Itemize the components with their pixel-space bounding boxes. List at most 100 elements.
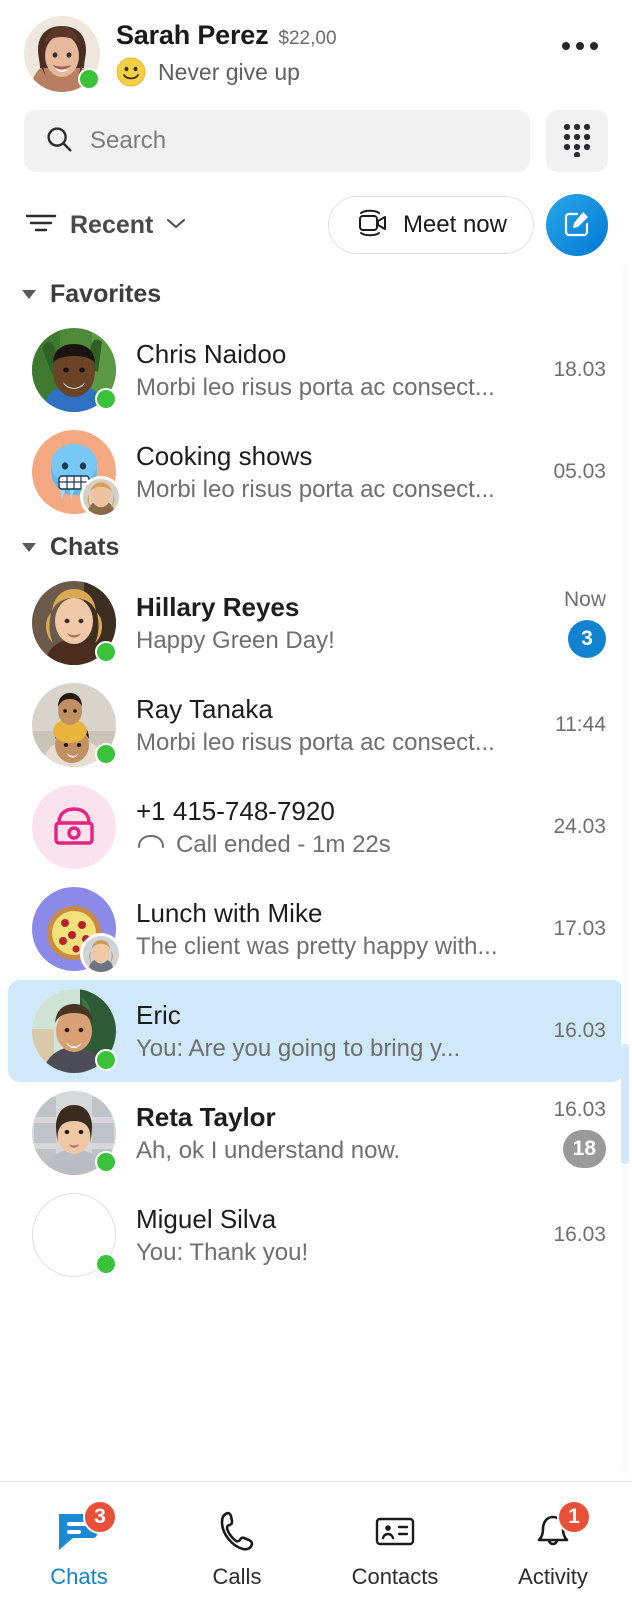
chat-list-item[interactable]: Lunch with Mike The client was pretty ha…	[8, 878, 624, 980]
mood-message[interactable]: Never give up	[158, 59, 300, 86]
chat-meta: 16.03	[524, 1223, 606, 1247]
chat-text: Reta Taylor Ah, ok I understand now.	[136, 1102, 512, 1165]
nav-tab-activity[interactable]: 1 Activity	[474, 1482, 632, 1615]
chat-timestamp: 18.03	[553, 358, 606, 381]
chat-list-item[interactable]: Miguel Silva You: Thank you! 16.03	[8, 1184, 624, 1286]
chat-list-item[interactable]: Hillary Reyes Happy Green Day! Now 3	[8, 572, 624, 674]
bottom-navigation-bar: 3 Chats Calls Contacts 1 Activity	[0, 1481, 632, 1615]
chat-timestamp: Now	[563, 588, 606, 611]
nav-label: Calls	[212, 1563, 262, 1589]
phone-handset-icon	[211, 1508, 263, 1554]
avatar	[32, 1193, 117, 1277]
search-row	[0, 92, 632, 172]
section-header-chats[interactable]: Chats	[0, 523, 632, 572]
more-options-button[interactable]	[552, 24, 608, 68]
activity-badge: 1	[557, 1499, 591, 1534]
chat-list-item[interactable]: Reta Taylor Ah, ok I understand now. 16.…	[8, 1082, 624, 1184]
filter-recent-button[interactable]: Recent	[24, 210, 187, 241]
avatar	[32, 328, 117, 412]
chat-list-item[interactable]: Ray Tanaka Morbi leo risus porta ac cons…	[8, 674, 624, 776]
chat-text: Eric You: Are you going to bring y...	[136, 1000, 512, 1063]
chat-name: Ray Tanaka	[136, 693, 273, 724]
call-ended-icon	[136, 831, 166, 859]
chat-preview: You: Thank you!	[136, 1238, 309, 1266]
nav-label: Activity	[518, 1563, 588, 1589]
chat-list-item[interactable]: +1 415-748-7920 Call ended - 1m 22s 24.0…	[8, 776, 624, 878]
avatar	[32, 887, 122, 975]
chat-text: Miguel Silva You: Thank you!	[136, 1204, 512, 1267]
nav-label: Chats	[50, 1563, 108, 1589]
account-balance[interactable]: $22,00	[278, 28, 336, 50]
avatar	[32, 683, 117, 767]
chevron-collapse-icon	[22, 290, 36, 299]
profile-header: Sarah Perez $22,00 Never give up	[0, 0, 632, 92]
ellipsis-dot-icon	[590, 42, 598, 50]
chat-meta: Now 3	[524, 588, 606, 658]
chat-timestamp: 05.03	[553, 460, 606, 483]
smiley-emoji-icon	[116, 57, 146, 87]
chat-timestamp: 24.03	[553, 815, 606, 838]
dialpad-icon	[560, 121, 594, 162]
meet-now-button[interactable]: Meet now	[327, 196, 534, 254]
compose-pencil-icon	[561, 207, 593, 244]
chat-list-item[interactable]: Cooking shows Morbi leo risus porta ac c…	[8, 421, 624, 523]
avatar	[32, 581, 117, 665]
avatar[interactable]	[24, 16, 100, 92]
compose-new-chat-button[interactable]	[546, 194, 608, 256]
chat-timestamp: 17.03	[553, 917, 606, 940]
group-member-mini-avatar	[80, 476, 122, 518]
chat-meta: 18.03	[524, 358, 606, 382]
chat-timestamp: 16.03	[553, 1098, 606, 1121]
group-member-mini-avatar	[80, 933, 122, 975]
chat-text: Cooking shows Morbi leo risus porta ac c…	[136, 441, 512, 504]
scrollbar-thumb[interactable]	[621, 1044, 629, 1164]
dialpad-button[interactable]	[546, 110, 608, 172]
chat-bubble-icon: 3	[53, 1499, 117, 1554]
section-header-favorites[interactable]: Favorites	[0, 270, 632, 319]
skype-chats-screen: Sarah Perez $22,00 Never give up Search …	[0, 0, 632, 1615]
ellipsis-dot-icon	[576, 42, 584, 50]
chat-text: Chris Naidoo Morbi leo risus porta ac co…	[136, 339, 512, 402]
presence-online-indicator	[95, 641, 117, 663]
chat-name: Eric	[136, 999, 181, 1030]
avatar	[32, 430, 122, 518]
chat-list-item-selected[interactable]: Eric You: Are you going to bring y... 16…	[8, 980, 624, 1082]
chat-name: Chris Naidoo	[136, 338, 287, 369]
search-input[interactable]	[90, 127, 510, 155]
chat-preview: Morbi leo risus porta ac consect...	[136, 728, 495, 756]
search-box[interactable]	[24, 110, 530, 172]
section-title: Chats	[50, 533, 120, 561]
chevron-down-icon	[165, 216, 187, 235]
chat-meta: 05.03	[524, 460, 606, 484]
chat-text: Hillary Reyes Happy Green Day!	[136, 592, 512, 655]
chat-name: Cooking shows	[136, 440, 313, 471]
unread-count-badge: 18	[562, 1130, 606, 1168]
chat-timestamp: 16.03	[553, 1223, 606, 1246]
avatar	[32, 989, 117, 1073]
nav-tab-chats[interactable]: 3 Chats	[0, 1482, 158, 1615]
chat-name: Miguel Silva	[136, 1203, 277, 1234]
nav-tab-contacts[interactable]: Contacts	[316, 1482, 474, 1615]
filter-label: Recent	[70, 210, 154, 239]
list-scrollbar[interactable]	[621, 264, 629, 1473]
avatar	[32, 1091, 117, 1175]
chat-list-item[interactable]: Chris Naidoo Morbi leo risus porta ac co…	[8, 319, 624, 421]
conversation-list[interactable]: Favorites Chris Naidoo Morbi leo risus p…	[0, 256, 632, 1481]
ellipsis-dot-icon	[562, 42, 570, 50]
nav-label: Contacts	[351, 1563, 439, 1589]
nav-tab-calls[interactable]: Calls	[158, 1482, 316, 1615]
chat-preview: The client was pretty happy with...	[136, 932, 498, 960]
chevron-collapse-icon	[22, 543, 36, 552]
chat-preview: Happy Green Day!	[136, 626, 335, 654]
presence-online-indicator	[95, 1151, 117, 1173]
filter-icon	[24, 210, 58, 241]
chat-text: Lunch with Mike The client was pretty ha…	[136, 898, 512, 961]
chat-preview: Morbi leo risus porta ac consect...	[136, 373, 495, 401]
profile-text: Sarah Perez $22,00 Never give up	[116, 14, 552, 87]
chat-name: Reta Taylor	[136, 1101, 276, 1132]
chat-meta: 16.03 18	[524, 1098, 606, 1168]
list-toolbar: Recent Meet now	[0, 172, 632, 256]
chat-timestamp: 16.03	[553, 1019, 606, 1042]
chat-meta: 24.03	[524, 815, 606, 839]
contact-card-icon	[369, 1508, 421, 1554]
